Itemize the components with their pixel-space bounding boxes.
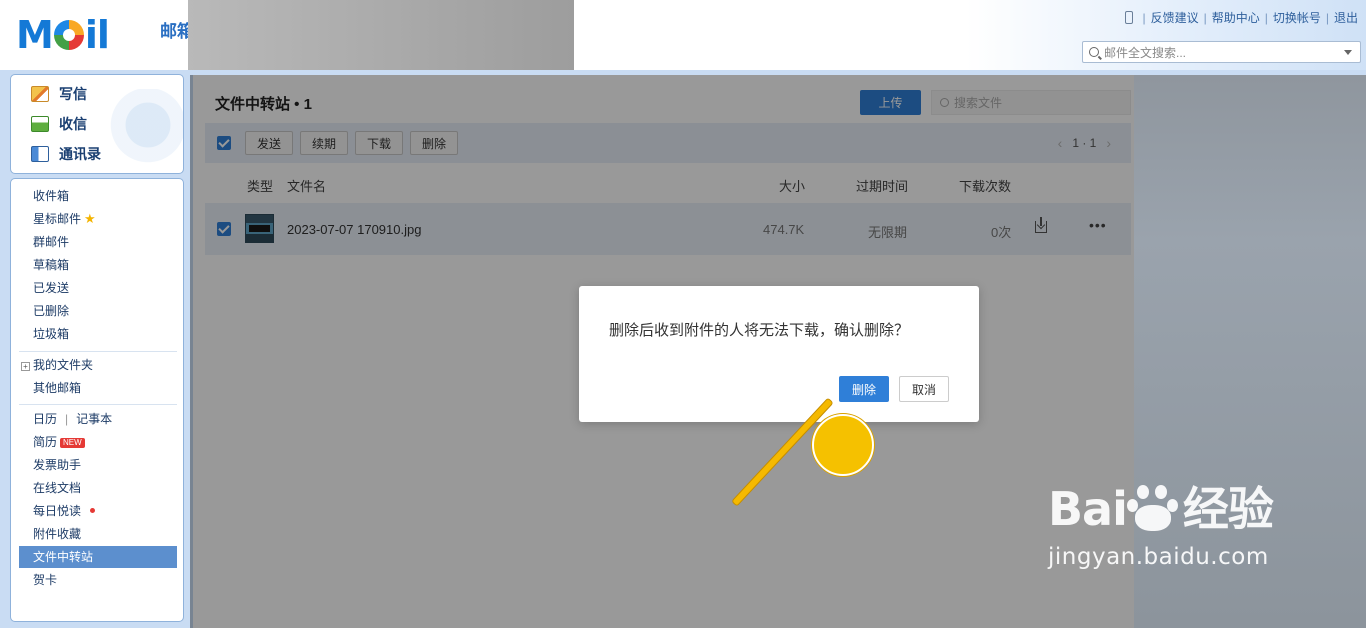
contacts-card-icon — [31, 146, 49, 162]
logo-text-il: il — [84, 13, 110, 57]
sidebar-item-inbox[interactable]: 收件箱 — [19, 185, 177, 207]
inbox-download-icon — [31, 116, 49, 132]
watermark-brand-left: Bai — [1048, 482, 1128, 536]
contacts-button[interactable]: 通讯录 — [31, 143, 101, 165]
sidebar-item-notes[interactable]: 记事本 — [76, 412, 112, 426]
top-links: | 反馈建议 | 帮助中心 | 切换帐号 | 退出 — [1125, 9, 1358, 26]
star-icon: ★ — [84, 211, 96, 226]
cancel-button[interactable]: 取消 — [899, 376, 949, 402]
chevron-down-icon[interactable] — [1344, 50, 1352, 55]
my-folders-label: 我的文件夹 — [33, 358, 94, 372]
search-icon — [1089, 47, 1099, 57]
sidebar-item-attachments[interactable]: 附件收藏 — [19, 523, 177, 545]
sidebar-item-calendar[interactable]: 日历 — [33, 412, 57, 426]
top-header: Mil 邮箱 | 反馈建议 | 帮助中心 | 切换帐号 | 退出 邮件全文搜索.… — [0, 0, 1366, 70]
switch-account-link[interactable]: 切换帐号 — [1273, 9, 1321, 26]
contacts-label: 通讯录 — [59, 146, 101, 162]
sidebar-item-resume[interactable]: 简历 NEW — [19, 431, 177, 453]
watermark-brand-right: 经验 — [1182, 482, 1274, 536]
blurred-account-info — [188, 0, 574, 70]
compose-label: 写信 — [59, 86, 87, 102]
stamp-decoration — [105, 89, 183, 169]
compose-button[interactable]: 写信 — [31, 83, 87, 105]
logout-link[interactable]: 退出 — [1334, 9, 1358, 26]
sidebar-item-other-mailbox[interactable]: 其他邮箱 — [19, 377, 177, 399]
pointer-annotation-dot — [812, 414, 874, 476]
sidebar-item-daily-read[interactable]: 每日悦读 — [19, 500, 177, 522]
new-badge: NEW — [60, 438, 85, 448]
unread-dot — [90, 508, 96, 513]
sidebar-item-sent[interactable]: 已发送 — [19, 277, 177, 299]
sidebar-item-group-mail[interactable]: 群邮件 — [19, 231, 177, 253]
sidebar-item-deleted[interactable]: 已删除 — [19, 300, 177, 322]
baidu-paw-icon — [1126, 485, 1183, 531]
daily-read-label: 每日悦读 — [33, 504, 82, 518]
sidebar-item-calendar-notes: 日历 | 记事本 — [33, 412, 113, 426]
sidebar-nav: 收件箱 星标邮件 ★ 群邮件 草稿箱 已发送 已删除 垃圾箱 + 我的文件夹 其他邮… — [10, 178, 184, 622]
logo-o-icon — [53, 19, 84, 50]
receive-label: 收信 — [59, 116, 87, 132]
help-center-link[interactable]: 帮助中心 — [1212, 9, 1260, 26]
logo-text-m: M — [16, 13, 54, 57]
receive-button[interactable]: 收信 — [31, 113, 87, 135]
mail-search-input[interactable]: 邮件全文搜索... — [1082, 41, 1361, 63]
sidebar-item-invoice[interactable]: 发票助手 — [19, 454, 177, 476]
confirm-delete-button[interactable]: 删除 — [839, 376, 889, 402]
mobile-phone-icon[interactable] — [1125, 11, 1134, 24]
sidebar-item-drafts[interactable]: 草稿箱 — [19, 254, 177, 276]
watermark-url: jingyan.baidu.com — [1048, 544, 1269, 570]
sidebar-actions: 写信 收信 通讯录 — [10, 74, 184, 174]
baidu-jingyan-watermark: Bai 经验 jingyan.baidu.com — [1048, 482, 1274, 570]
sidebar-item-spam[interactable]: 垃圾箱 — [19, 323, 177, 345]
dialog-message: 删除后收到附件的人将无法下载，确认删除？ — [609, 322, 910, 339]
sidebar-item-file-transfer[interactable]: 文件中转站 — [19, 546, 177, 568]
sidebar-item-online-docs[interactable]: 在线文档 — [19, 477, 177, 499]
sidebar-item-starred[interactable]: 星标邮件 ★ — [19, 208, 177, 230]
mail-logo[interactable]: Mil — [16, 13, 110, 57]
divider — [19, 404, 177, 405]
feedback-link[interactable]: 反馈建议 — [1151, 9, 1199, 26]
sidebar-item-starred-label: 星标邮件 — [33, 212, 82, 226]
mail-search-placeholder: 邮件全文搜索... — [1104, 45, 1187, 60]
sidebar-item-my-folders[interactable]: + 我的文件夹 — [19, 354, 177, 376]
delete-confirm-dialog: 删除后收到附件的人将无法下载，确认删除？ 删除 取消 — [579, 286, 979, 422]
pencil-icon — [31, 86, 49, 102]
expand-plus-icon[interactable]: + — [21, 362, 30, 371]
sidebar-item-greeting-card[interactable]: 贺卡 — [19, 569, 177, 591]
divider — [19, 351, 177, 352]
resume-label: 简历 — [33, 435, 58, 449]
